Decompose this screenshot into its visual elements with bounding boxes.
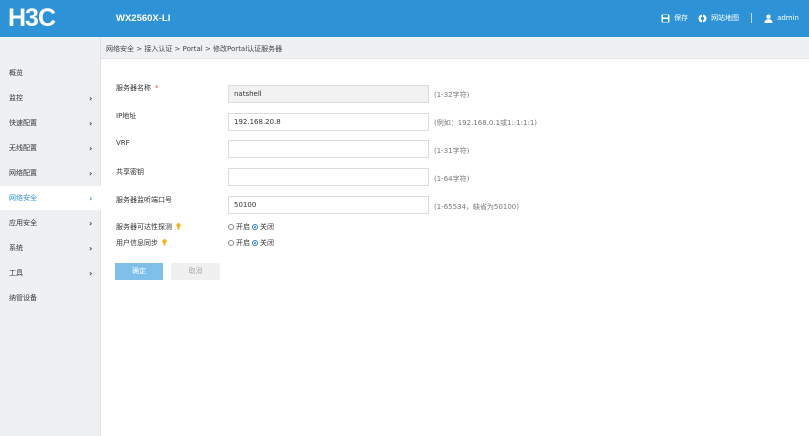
reachability-on-option[interactable]: 开启 <box>228 222 250 232</box>
option-label: 开启 <box>236 223 250 231</box>
vrf-hint: (1-31字符) <box>434 147 470 155</box>
user-sync-on-option[interactable]: 开启 <box>228 238 250 248</box>
port-label: 服务器监听端口号 <box>116 196 172 204</box>
vrf-label: VRF <box>116 139 130 147</box>
shared-key-label: 共享密钥 <box>116 168 144 176</box>
chevron-right-icon: › <box>89 118 93 128</box>
device-model: WX2560X-LI <box>116 13 171 24</box>
server-name-hint: (1-32字符) <box>434 91 470 99</box>
radio-icon <box>228 224 234 230</box>
radio-selected-icon <box>252 224 258 230</box>
top-bar: H3C WX2560X-LI 保存 网站地图 admin <box>0 0 809 37</box>
user-menu[interactable]: admin <box>764 14 799 23</box>
header-divider <box>751 13 753 23</box>
chevron-right-icon: › <box>89 143 93 153</box>
lightbulb-icon[interactable] <box>176 223 181 230</box>
ip-label: IP地址 <box>116 112 137 120</box>
top-actions: 保存 网站地图 admin <box>651 13 799 23</box>
user-sync-off-option[interactable]: 关闭 <box>252 238 274 248</box>
reachability-radio-group: 开启 关闭 <box>228 222 276 232</box>
vrf-input[interactable] <box>228 140 429 158</box>
sidebar-item-label: 纳管设备 <box>9 294 37 302</box>
option-label: 关闭 <box>260 239 274 247</box>
save-icon <box>661 14 670 23</box>
sidebar-item-managed-devices[interactable]: 纳管设备 <box>0 286 101 310</box>
chevron-right-icon: › <box>89 218 93 228</box>
sidebar-item-system[interactable]: 系统 › <box>0 236 101 260</box>
sidebar-item-network-config[interactable]: 网络配置 › <box>0 161 101 185</box>
sidebar-item-label: 网络安全 <box>9 194 37 202</box>
user-sync-label-text: 用户信息同步 <box>116 239 158 247</box>
sidebar-item-label: 概览 <box>9 69 23 77</box>
user-icon <box>764 14 773 23</box>
cancel-button[interactable]: 取消 <box>171 263 220 280</box>
reachability-off-option[interactable]: 关闭 <box>252 222 274 232</box>
server-name-input[interactable]: natshell <box>228 85 429 103</box>
user-sync-radio-group: 开启 关闭 <box>228 238 276 248</box>
sidebar-item-label: 网络配置 <box>9 169 37 177</box>
reachability-label-text: 服务器可达性探测 <box>116 223 172 231</box>
username: admin <box>777 14 799 22</box>
option-label: 开启 <box>236 239 250 247</box>
sidebar-item-network-security[interactable]: 网络安全 › <box>0 186 101 210</box>
sitemap-button[interactable]: 网站地图 <box>698 13 739 23</box>
sidebar-item-label: 快速配置 <box>9 119 37 127</box>
sidebar-item-app-security[interactable]: 应用安全 › <box>0 211 101 235</box>
chevron-right-icon: › <box>89 168 93 178</box>
reachability-label: 服务器可达性探测 <box>116 222 181 232</box>
ok-button[interactable]: 确定 <box>115 263 163 280</box>
h3c-logo: H3C <box>8 4 56 32</box>
server-name-label: 服务器名称 * <box>116 83 159 93</box>
ip-hint: (例如：192.168.0.1或1::1:1:1) <box>434 119 538 127</box>
sidebar-item-label: 应用安全 <box>9 219 37 227</box>
chevron-right-icon: › <box>89 243 93 253</box>
sidebar-item-overview[interactable]: 概览 <box>0 61 101 85</box>
breadcrumb-bar: 网络安全 > 接入认证 > Portal > 修改Portal认证服务器 <box>101 37 809 59</box>
sidebar: 概览 监控 › 快速配置 › 无线配置 › 网络配置 › 网络安全 › 应用安全… <box>0 37 101 436</box>
required-mark: * <box>155 84 159 92</box>
user-sync-label: 用户信息同步 <box>116 238 167 248</box>
sidebar-item-label: 无线配置 <box>9 144 37 152</box>
chevron-right-icon: › <box>89 93 93 103</box>
sidebar-item-tools[interactable]: 工具 › <box>0 261 101 285</box>
port-input[interactable]: 50100 <box>228 196 429 214</box>
shared-key-input[interactable] <box>228 168 429 186</box>
sidebar-item-label: 工具 <box>9 269 23 277</box>
sidebar-item-quick-config[interactable]: 快速配置 › <box>0 111 101 135</box>
sidebar-item-monitor[interactable]: 监控 › <box>0 86 101 110</box>
sidebar-item-label: 监控 <box>9 94 23 102</box>
main-content: 服务器名称 * natshell (1-32字符) IP地址 192.168.20… <box>101 59 809 436</box>
radio-icon <box>228 240 234 246</box>
chevron-right-icon: › <box>89 268 93 278</box>
radio-selected-icon <box>252 240 258 246</box>
save-button[interactable]: 保存 <box>661 13 688 23</box>
save-label: 保存 <box>674 14 689 22</box>
sitemap-icon <box>698 13 707 23</box>
chevron-right-icon: › <box>89 193 93 203</box>
port-hint: (1-65534，缺省为50100) <box>434 203 519 211</box>
ip-input[interactable]: 192.168.20.8 <box>228 113 429 131</box>
lightbulb-icon[interactable] <box>162 239 167 246</box>
shared-key-hint: (1-64字符) <box>434 175 470 183</box>
sitemap-label: 网站地图 <box>711 14 740 22</box>
sidebar-item-label: 系统 <box>9 244 23 252</box>
sidebar-item-wireless-config[interactable]: 无线配置 › <box>0 136 101 160</box>
server-name-label-text: 服务器名称 <box>116 84 151 92</box>
breadcrumb: 网络安全 > 接入认证 > Portal > 修改Portal认证服务器 <box>106 45 283 53</box>
option-label: 关闭 <box>260 223 274 231</box>
